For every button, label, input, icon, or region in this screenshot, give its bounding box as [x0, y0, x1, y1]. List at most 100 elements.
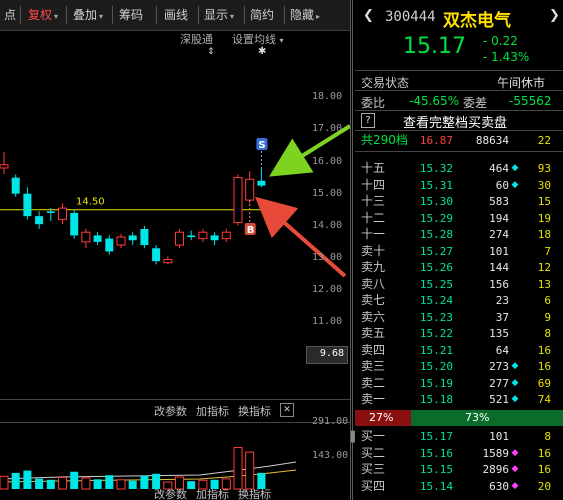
volume-bar — [0, 475, 9, 490]
display-button[interactable]: 显示 ▾ — [200, 5, 238, 25]
stock-name: 双杰电气 — [443, 11, 511, 31]
candle-body — [175, 231, 184, 246]
candle-body — [11, 177, 20, 194]
level-volume: 156 — [489, 277, 509, 291]
level-label: 买一 — [361, 429, 386, 443]
order-marker-icon: ◆ — [511, 259, 519, 276]
chevron-right-icon[interactable]: ❯ — [549, 8, 560, 23]
ask-row[interactable]: 卖四 15.21 64 16 ◆ — [355, 342, 563, 359]
chips-button[interactable]: 筹码 — [115, 5, 147, 25]
volume-bar — [128, 480, 137, 489]
volume-tick-label: 291.00 — [312, 416, 349, 427]
level-label: 买三 — [361, 462, 386, 476]
total-levels-row: 共290档 16.87 88634 22 — [355, 132, 563, 149]
edit-params-button-2[interactable]: 改参数 — [154, 489, 187, 500]
level-price: 15.20 — [419, 360, 453, 373]
ask-row[interactable]: 卖二 15.19 277 69 ◆ — [355, 375, 563, 392]
simple-button[interactable]: 简约 — [246, 5, 278, 25]
level-volume: 274 — [489, 228, 509, 241]
ask-row[interactable]: 卖六 15.23 37 9 ◆ — [355, 309, 563, 326]
level-volume: 101 — [489, 430, 509, 443]
full-book-link[interactable]: 查看完整档买卖盘 — [403, 112, 507, 131]
toolbar-label: 筹码 — [119, 8, 144, 22]
buy-marker-label: B — [247, 225, 255, 236]
hide-button[interactable]: 隐藏 ▸ — [286, 5, 324, 25]
candlestick-svg: 14.50 S B — [0, 124, 350, 490]
ask-row[interactable]: 十三 15.30 583 15 ◆ — [355, 193, 563, 210]
price-change: - 0.22 — [483, 34, 518, 48]
chevron-left-icon[interactable]: ❮ — [363, 8, 374, 23]
level-volume: 277 — [489, 376, 509, 390]
level-count: 9 — [544, 310, 551, 324]
add-indicator-button[interactable]: 加指标 — [196, 403, 229, 419]
candle-body — [221, 231, 231, 240]
volume-bar — [163, 481, 173, 490]
ask-row[interactable]: 卖三 15.20 273 16 ◆ — [355, 358, 563, 375]
level-volume: 23 — [495, 294, 509, 307]
total-price: 16.87 — [419, 134, 453, 147]
volume-bar — [221, 478, 231, 490]
ask-row[interactable]: 十一 15.28 274 18 ◆ — [355, 226, 563, 243]
panel-divider — [352, 0, 353, 500]
toolbar-label: 显示 — [204, 8, 229, 22]
toolbar-label: 复权 — [28, 8, 53, 22]
order-marker-icon: ◆ — [511, 480, 519, 491]
toolbar-label: 点 — [4, 8, 17, 22]
bid-row[interactable]: 买四 15.14 630 20 ◆ — [355, 478, 563, 495]
ask-row[interactable]: 卖九 15.26 144 12 ◆ — [355, 259, 563, 276]
level-label: 十三 — [361, 194, 386, 208]
bid-row[interactable]: 买三 15.15 2896 16 ◆ — [355, 461, 563, 478]
ask-row[interactable]: 十四 15.31 60 30 ◆ — [355, 177, 563, 194]
ratio-label: 委比 — [361, 96, 386, 110]
y-tick-label: 12.00 — [312, 284, 343, 296]
edit-params-button[interactable]: 改参数 — [154, 403, 187, 419]
toolbar-label: 简约 — [250, 8, 275, 22]
draw-line-button[interactable]: 画线 — [160, 5, 192, 25]
candle-body — [23, 193, 32, 217]
ask-row[interactable]: 卖十 15.27 101 7 ◆ — [355, 243, 563, 260]
chevron-right-icon: ▸ — [316, 12, 321, 21]
ask-row[interactable]: 十二 15.29 194 19 ◆ — [355, 210, 563, 227]
chevron-down-icon: ▾ — [230, 12, 235, 21]
add-indicator-button-2[interactable]: 加指标 — [196, 489, 229, 500]
volume-bar — [245, 451, 255, 490]
switch-indicator-button-2[interactable]: 换指标 — [238, 489, 271, 500]
adjust-button[interactable]: 复权 ▾ — [24, 5, 62, 25]
level-count: 16 — [537, 463, 551, 476]
divider — [355, 70, 563, 71]
level-count: 30 — [537, 178, 551, 192]
candle-body — [46, 211, 55, 213]
trade-status: 午间休市 — [497, 76, 546, 90]
close-icon[interactable]: ✕ — [280, 403, 294, 417]
order-marker-icon: ◆ — [511, 309, 519, 326]
order-marker-icon: ◆ — [511, 428, 519, 445]
level-price: 15.29 — [419, 211, 453, 225]
toolbar-item-0[interactable]: 点 — [0, 5, 20, 25]
level-volume: 2896 — [482, 463, 510, 476]
buy-sell-ratio-bar: 27% 73% — [355, 410, 563, 426]
toolbar-divider — [112, 6, 113, 24]
level-volume: 64 — [495, 343, 509, 357]
switch-indicator-button[interactable]: 换指标 — [238, 403, 271, 419]
bid-row[interactable]: 买一 15.17 101 8 ◆ — [355, 428, 563, 445]
ask-row[interactable]: 卖八 15.25 156 13 ◆ — [355, 276, 563, 293]
quote-panel: ❮ 300444 双杰电气 ❯ 15.17 - 0.22 - 1.43% 交易状… — [355, 0, 563, 500]
ask-row[interactable]: 卖七 15.24 23 6 ◆ — [355, 292, 563, 309]
candle-body — [140, 229, 149, 246]
ask-row[interactable]: 十五 15.32 464 93 ◆ — [355, 160, 563, 177]
level-price: 15.14 — [419, 479, 453, 493]
volume-bar — [175, 476, 184, 490]
order-marker-icon: ◆ — [511, 276, 519, 293]
level-volume: 583 — [489, 195, 509, 208]
level-price: 15.27 — [419, 244, 453, 258]
y-tick-label: 13.00 — [312, 251, 343, 263]
current-price-tag-text: 9.68 — [319, 348, 344, 359]
level-price: 15.25 — [419, 277, 453, 291]
overlay-button[interactable]: 叠加 ▾ — [69, 5, 107, 25]
bid-row[interactable]: 买二 15.16 1589 16 ◆ — [355, 445, 563, 462]
price-level-label: 14.50 — [76, 197, 105, 208]
level-price: 15.19 — [419, 376, 453, 390]
help-icon[interactable]: ? — [361, 113, 375, 128]
ask-row[interactable]: 卖五 15.22 135 8 ◆ — [355, 325, 563, 342]
ask-row[interactable]: 卖一 15.18 521 74 ◆ — [355, 391, 563, 408]
